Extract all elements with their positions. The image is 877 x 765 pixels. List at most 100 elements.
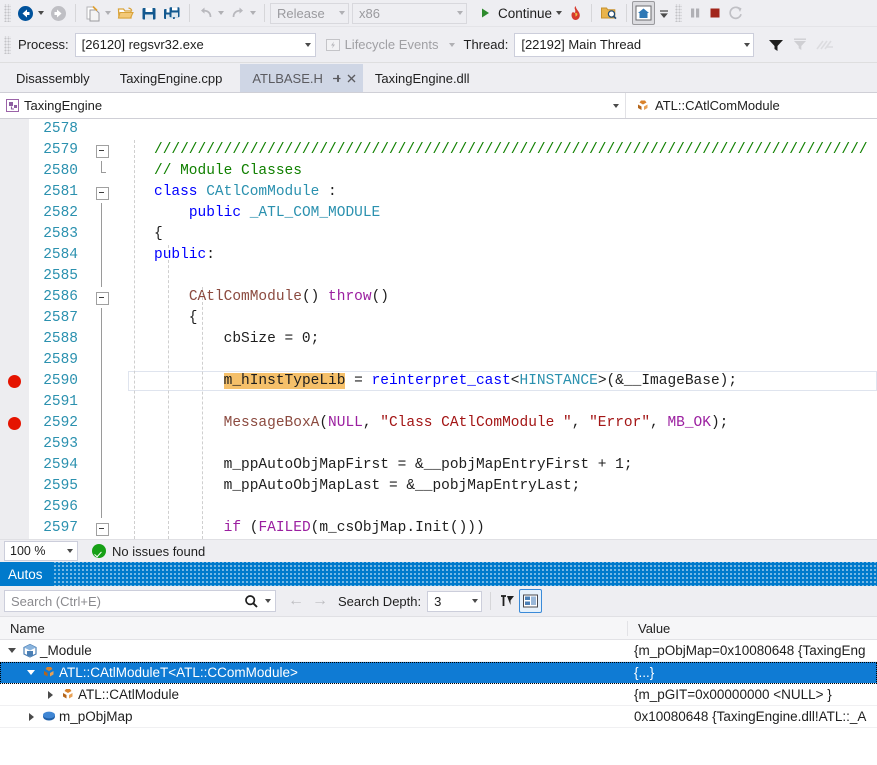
outlining-collapse-button[interactable] bbox=[92, 182, 120, 203]
code-line[interactable] bbox=[120, 350, 877, 371]
code-line[interactable] bbox=[120, 392, 877, 413]
breakpoint-margin-cell[interactable] bbox=[0, 203, 29, 224]
search-previous-button[interactable]: ← bbox=[284, 590, 308, 612]
breakpoint-glyph[interactable] bbox=[0, 371, 29, 392]
breakpoint-margin[interactable] bbox=[0, 119, 29, 539]
thread-combo[interactable]: [22192] Main Thread bbox=[514, 32, 755, 57]
flag-threads-button[interactable] bbox=[764, 34, 788, 56]
code-line[interactable]: // Module Classes bbox=[120, 161, 877, 182]
tab-taxingengine-cpp[interactable]: TaxingEngine.cpp bbox=[108, 64, 241, 92]
tab-atlbase-h[interactable]: ATLBASE.H bbox=[240, 64, 363, 92]
code-editor[interactable]: 2578 2579 2580 2581 2582 2583 2584 2585 2586 2587… bbox=[0, 119, 877, 539]
continue-dropdown-caret[interactable] bbox=[556, 11, 563, 15]
variable-row[interactable]: ATL::CAtlModuleT<ATL::CComModule> {...} bbox=[0, 662, 877, 684]
breakpoint-margin-cell[interactable] bbox=[0, 245, 29, 266]
breakpoint-margin-cell[interactable] bbox=[0, 182, 29, 203]
close-icon[interactable] bbox=[344, 70, 359, 86]
code-line[interactable]: m_ppAutoObjMapLast = &__pobjMapEntryLast… bbox=[120, 476, 877, 497]
code-line[interactable] bbox=[120, 119, 877, 140]
project-scope-combo[interactable]: TaxingEngine bbox=[0, 93, 626, 118]
undo-button[interactable] bbox=[195, 2, 227, 24]
thread-variables-button[interactable] bbox=[519, 589, 543, 613]
lifecycle-caret[interactable] bbox=[448, 42, 455, 47]
zoom-level-combo[interactable]: 100 % bbox=[4, 541, 78, 561]
back-dropdown-caret[interactable] bbox=[38, 11, 44, 15]
breakpoint-margin-cell[interactable] bbox=[0, 161, 29, 182]
code-line[interactable] bbox=[120, 266, 877, 287]
platform-caret[interactable] bbox=[449, 4, 466, 23]
code-line[interactable]: ////////////////////////////////////////… bbox=[120, 140, 877, 161]
breakpoint-margin-cell[interactable] bbox=[0, 518, 29, 539]
toolbar-grip[interactable] bbox=[4, 4, 11, 22]
code-line[interactable]: { bbox=[120, 224, 877, 245]
variable-value[interactable]: 0x10080648 {TaxingEngine.dll!ATL::_A bbox=[628, 709, 877, 724]
breakpoint-margin-cell[interactable] bbox=[0, 329, 29, 350]
search-options-caret[interactable] bbox=[261, 599, 275, 603]
expander-collapsed-icon[interactable] bbox=[42, 684, 58, 705]
column-header-value[interactable]: Value bbox=[628, 621, 877, 636]
code-line[interactable]: m_ppAutoObjMapFirst = &__pobjMapEntryFir… bbox=[120, 455, 877, 476]
variable-value[interactable]: {...} bbox=[628, 665, 877, 680]
save-button[interactable] bbox=[138, 2, 160, 24]
breakpoints-button[interactable] bbox=[597, 2, 621, 24]
autos-panel-title-bar[interactable]: Autos bbox=[0, 562, 877, 586]
break-all-button[interactable] bbox=[685, 2, 705, 24]
code-line[interactable]: CAtlComModule() throw() bbox=[120, 287, 877, 308]
expander-expanded-icon[interactable] bbox=[23, 662, 39, 683]
show-flagged-only-button[interactable] bbox=[788, 34, 812, 56]
save-all-button[interactable] bbox=[160, 2, 184, 24]
breakpoint-margin-cell[interactable] bbox=[0, 308, 29, 329]
outlining-margin[interactable] bbox=[92, 119, 120, 539]
restart-button[interactable] bbox=[725, 2, 747, 24]
variable-row[interactable]: m_pObjMap 0x10080648 {TaxingEngine.dll!AT… bbox=[0, 706, 877, 728]
configuration-caret[interactable] bbox=[331, 4, 348, 23]
breakpoint-glyph[interactable] bbox=[0, 413, 29, 434]
pin-icon[interactable] bbox=[329, 70, 344, 86]
breakpoint-margin-cell[interactable] bbox=[0, 392, 29, 413]
undo-dropdown-caret[interactable] bbox=[218, 11, 224, 15]
code-line[interactable]: public _ATL_COM_MODULE bbox=[120, 203, 877, 224]
toolbar-grip-2[interactable] bbox=[675, 4, 683, 22]
type-scope-combo[interactable]: ATL::CAtlComModule bbox=[626, 93, 877, 118]
breakpoint-margin-cell[interactable] bbox=[0, 497, 29, 518]
code-line[interactable] bbox=[120, 497, 877, 518]
variable-row[interactable]: ATL::CAtlModule {m_pGIT=0x00000000 <NULL>… bbox=[0, 684, 877, 706]
breakpoint-margin-cell[interactable] bbox=[0, 350, 29, 371]
home-button[interactable] bbox=[632, 1, 656, 25]
code-text-area[interactable]: ////////////////////////////////////////… bbox=[120, 119, 877, 539]
expander-expanded-icon[interactable] bbox=[4, 640, 20, 661]
code-line[interactable]: cbSize = 0; bbox=[120, 329, 877, 350]
hot-reload-button[interactable] bbox=[565, 2, 586, 24]
breakpoint-margin-cell[interactable] bbox=[0, 287, 29, 308]
toolbar-overflow-button[interactable] bbox=[655, 2, 673, 24]
variables-grid-body[interactable]: _Module {m_pObjMap=0x10080648 {TaxingEng A… bbox=[0, 640, 877, 728]
process-combo[interactable]: [26120] regsvr32.exe bbox=[74, 32, 316, 57]
search-depth-caret[interactable] bbox=[464, 599, 481, 603]
hexadecimal-display-button[interactable] bbox=[496, 590, 519, 612]
outlining-collapse-button[interactable] bbox=[92, 518, 120, 539]
outlining-collapse-button[interactable] bbox=[92, 287, 120, 308]
continue-button[interactable]: Continue bbox=[475, 2, 565, 24]
code-line[interactable]: public: bbox=[120, 245, 877, 266]
search-next-button[interactable]: → bbox=[308, 590, 332, 612]
code-line[interactable]: if (FAILED(m_csObjMap.Init())) bbox=[120, 518, 877, 539]
thread-caret[interactable] bbox=[736, 35, 753, 54]
breakpoint-margin-cell[interactable] bbox=[0, 140, 29, 161]
breakpoint-margin-cell[interactable] bbox=[0, 119, 29, 140]
code-line[interactable]: { bbox=[120, 308, 877, 329]
code-line[interactable]: class CAtlComModule : bbox=[120, 182, 877, 203]
zoom-caret[interactable] bbox=[59, 549, 77, 553]
outlining-collapse-button[interactable] bbox=[92, 140, 120, 161]
solution-platform-combo[interactable]: x86 bbox=[352, 2, 467, 24]
code-line[interactable]: m_hInstTypeLib = reinterpret_cast<HINSTA… bbox=[120, 371, 877, 392]
code-line[interactable]: MessageBoxA(NULL, "Class CAtlComModule "… bbox=[120, 413, 877, 434]
new-item-dropdown-caret[interactable] bbox=[105, 11, 111, 15]
variable-row[interactable]: _Module {m_pObjMap=0x10080648 {TaxingEng bbox=[0, 640, 877, 662]
project-caret[interactable] bbox=[603, 103, 625, 108]
navigate-backward-button[interactable] bbox=[14, 2, 47, 24]
thread-marker-button[interactable] bbox=[812, 34, 838, 56]
variable-value[interactable]: {m_pObjMap=0x10080648 {TaxingEng bbox=[628, 643, 877, 658]
autos-title-grip[interactable] bbox=[52, 562, 877, 586]
open-file-button[interactable] bbox=[114, 2, 138, 24]
code-line[interactable] bbox=[120, 434, 877, 455]
